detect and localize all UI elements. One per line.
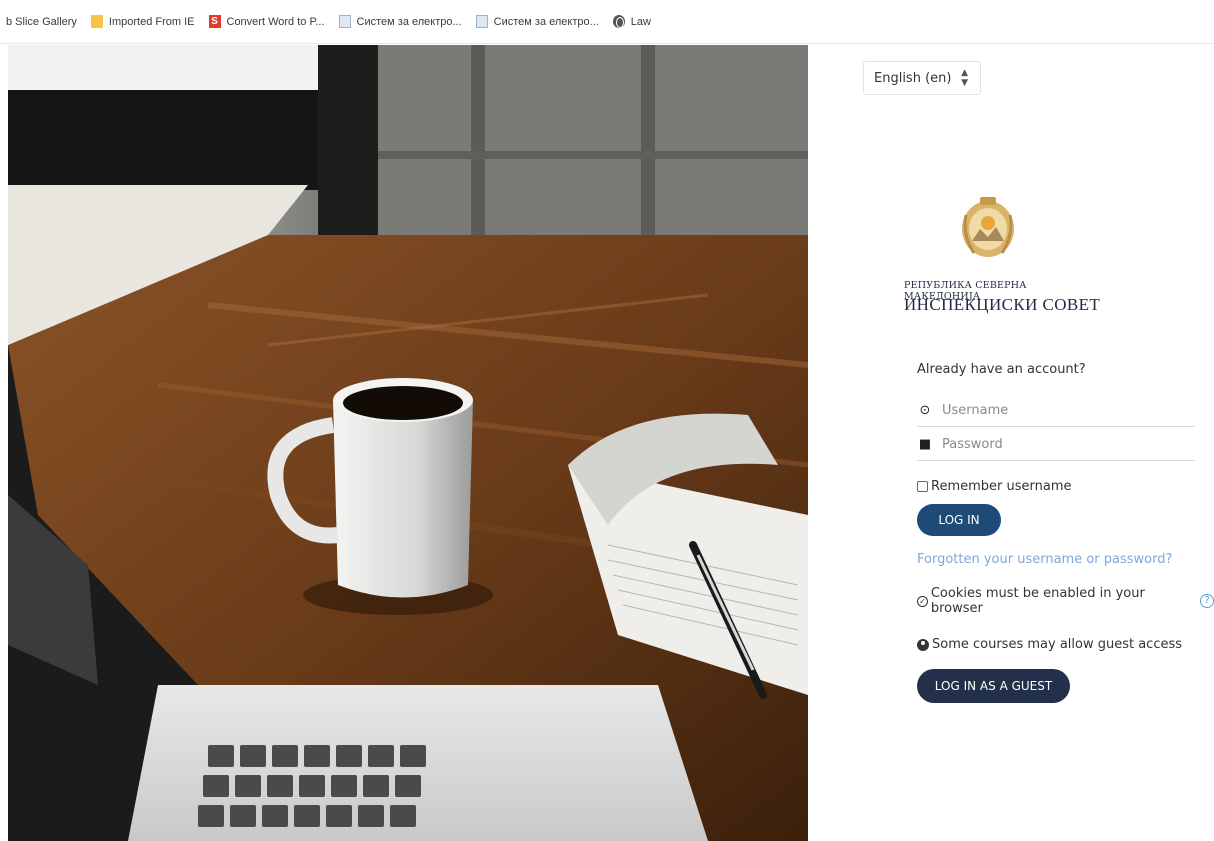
background-photo: [8, 45, 808, 841]
lock-icon: ■: [918, 437, 932, 452]
guest-access-notice: Some courses may allow guest access: [917, 637, 1182, 652]
bookmark-label: Imported From IE: [108, 15, 195, 28]
bookmark-imported-from-ie[interactable]: Imported From IE: [90, 12, 195, 32]
organization-name: ИНСПЕКЦИСКИ СОВЕТ: [904, 295, 1101, 314]
remember-label: Remember username: [931, 479, 1072, 494]
guest-login-button[interactable]: LOG IN AS A GUEST: [917, 669, 1070, 703]
desk-scene-illustration: [8, 45, 808, 841]
bookmarks-bar: b Slice Gallery Imported From IE S Conve…: [0, 0, 1214, 44]
globe-icon: [612, 15, 625, 28]
bookmark-slice-gallery[interactable]: b Slice Gallery: [6, 12, 77, 32]
document-icon: [338, 15, 351, 28]
password-input[interactable]: [942, 430, 1195, 459]
coat-of-arms-logo: [962, 197, 1014, 257]
bookmark-law[interactable]: Law: [612, 12, 651, 32]
document-icon: [475, 15, 488, 28]
username-field: ⊙: [917, 395, 1195, 427]
cookies-notice: ✓ Cookies must be enabled in your browse…: [917, 586, 1214, 616]
bookmark-convert-word[interactable]: S Convert Word to P...: [208, 12, 325, 32]
username-input[interactable]: [942, 396, 1195, 425]
bookmark-label: b Slice Gallery: [6, 15, 77, 28]
login-panel: English (en) ▲ ▼ РЕПУБЛИКА СЕВЕРНА МАКЕДО…: [808, 45, 1214, 841]
s-app-icon: S: [208, 15, 221, 28]
help-icon[interactable]: ?: [1200, 594, 1214, 608]
user-icon: ⊙: [919, 403, 931, 418]
forgot-password-link[interactable]: Forgotten your username or password?: [917, 552, 1172, 567]
remember-username[interactable]: Remember username: [917, 479, 1072, 494]
password-field: ■: [917, 429, 1195, 461]
guest-notice-text: Some courses may allow guest access: [932, 637, 1183, 652]
cookies-text: Cookies must be enabled in your browser: [930, 586, 1145, 616]
bookmark-label: Law: [630, 15, 651, 28]
login-heading: Already have an account?: [917, 362, 1086, 377]
check-circle-icon: ✓: [917, 595, 928, 607]
bookmark-label: Convert Word to P...: [226, 15, 325, 28]
remember-checkbox[interactable]: [917, 481, 928, 492]
language-selected: English (en): [874, 70, 952, 86]
bookmark-sistem-2[interactable]: Систем за електро...: [475, 12, 599, 32]
user-circle-icon: [917, 638, 929, 651]
chevron-up-down-icon: ▲ ▼: [961, 68, 968, 88]
bookmark-sistem-1[interactable]: Систем за електро...: [338, 12, 462, 32]
bookmark-label: Систем за електро...: [493, 15, 599, 28]
login-button[interactable]: LOG IN: [917, 504, 1001, 536]
language-selector[interactable]: English (en) ▲ ▼: [863, 61, 981, 95]
folder-icon: [90, 15, 103, 28]
bookmark-label: Систем за електро...: [356, 15, 462, 28]
